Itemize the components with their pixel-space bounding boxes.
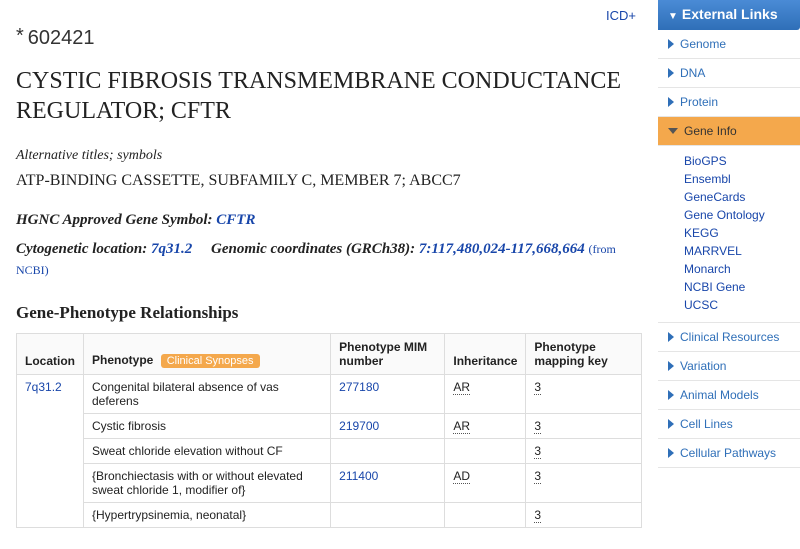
hgnc-line: HGNC Approved Gene Symbol: CFTR	[16, 212, 642, 229]
sidebar-item-label: Genome	[680, 37, 726, 51]
mim-link[interactable]: 211400	[339, 469, 378, 483]
cyto-link[interactable]: 7q31.2	[151, 241, 192, 257]
mapping-key-value[interactable]: 3	[534, 380, 541, 395]
table-row: Cystic fibrosis 219700 AR 3	[17, 414, 642, 439]
sidebar-sublist: BioGPSEnsemblGeneCardsGene OntologyKEGGM…	[658, 146, 800, 323]
inheritance-cell	[445, 439, 526, 464]
col-phenotype: Phenotype Clinical Synopses	[84, 334, 331, 375]
table-header-row: Location Phenotype Clinical Synopses Phe…	[17, 334, 642, 375]
hgnc-symbol-link[interactable]: CFTR	[216, 212, 255, 228]
sidebar-item-variation[interactable]: Variation	[658, 352, 800, 381]
top-link-row: ICD+	[16, 8, 642, 25]
mapping-key-value[interactable]: 3	[534, 469, 541, 484]
table-row: {Bronchiectasis with or without elevated…	[17, 464, 642, 503]
mim-link[interactable]: 277180	[339, 380, 379, 394]
sidebar-header-label: External Links	[682, 6, 778, 22]
alt-titles-body: ATP-BINDING CASSETTE, SUBFAMILY C, MEMBE…	[16, 172, 642, 190]
sidebar-item-protein[interactable]: Protein	[658, 88, 800, 117]
sidebar-item-genome[interactable]: Genome	[658, 30, 800, 59]
mim-number: *602421	[16, 27, 642, 50]
genomic-link[interactable]: 7:117,480,024-117,668,664	[419, 241, 585, 257]
mim-cell	[331, 503, 445, 528]
clinical-synopses-badge[interactable]: Clinical Synopses	[161, 354, 260, 368]
sidebar-item-label: Clinical Resources	[680, 330, 779, 344]
chevron-right-icon	[668, 332, 674, 342]
sidebar-item-cell-lines[interactable]: Cell Lines	[658, 410, 800, 439]
chevron-right-icon	[668, 39, 674, 49]
chevron-right-icon	[668, 68, 674, 78]
main-content: ICD+ *602421 CYSTIC FIBROSIS TRANSMEMBRA…	[0, 0, 658, 549]
sidebar-item-dna[interactable]: DNA	[658, 59, 800, 88]
sidebar-item-label: DNA	[680, 66, 705, 80]
sidebar-sublink-ensembl[interactable]: Ensembl	[684, 170, 800, 188]
sidebar-sublink-marrvel[interactable]: MARRVEL	[684, 242, 800, 260]
mapping-key-value[interactable]: 3	[534, 444, 541, 459]
hgnc-label: HGNC Approved Gene Symbol:	[16, 212, 213, 228]
mim-cell	[331, 439, 445, 464]
chevron-right-icon	[668, 419, 674, 429]
sidebar: ▼ External Links Genome DNA Protein Gene Inf…	[658, 0, 800, 549]
chevron-right-icon	[668, 390, 674, 400]
inheritance-value[interactable]: AR	[453, 419, 470, 434]
phenotype-cell: Congenital bilateral absence of vas defe…	[84, 375, 331, 414]
col-mim: Phenotype MIM number	[331, 334, 445, 375]
chevron-right-icon	[668, 448, 674, 458]
sidebar-item-label: Gene Info	[684, 124, 737, 138]
section-heading: Gene-Phenotype Relationships	[16, 303, 642, 323]
sidebar-item-label: Cellular Pathways	[680, 446, 776, 460]
phenotype-cell: {Bronchiectasis with or without elevated…	[84, 464, 331, 503]
table-row: 7q31.2 Congenital bilateral absence of v…	[17, 375, 642, 414]
inheritance-cell	[445, 503, 526, 528]
phenotype-cell: Sweat chloride elevation without CF	[84, 439, 331, 464]
col-location: Location	[17, 334, 84, 375]
cyto-label: Cytogenetic location:	[16, 241, 147, 257]
col-phenotype-label: Phenotype	[92, 353, 153, 367]
mapping-key-value[interactable]: 3	[534, 419, 541, 434]
sidebar-item-cellular-pathways[interactable]: Cellular Pathways	[658, 439, 800, 468]
phenotype-table: Location Phenotype Clinical Synopses Phe…	[16, 333, 642, 528]
location-line: Cytogenetic location: 7q31.2 Genomic coo…	[16, 239, 642, 281]
sidebar-item-label: Variation	[680, 359, 726, 373]
chevron-right-icon	[668, 361, 674, 371]
sidebar-sublink-kegg[interactable]: KEGG	[684, 224, 800, 242]
col-mapping-key: Phenotype mapping key	[526, 334, 642, 375]
alt-titles-heading: Alternative titles; symbols	[16, 148, 642, 164]
inheritance-value[interactable]: AR	[453, 380, 470, 395]
sidebar-sublink-biogps[interactable]: BioGPS	[684, 152, 800, 170]
sidebar-item-animal-models[interactable]: Animal Models	[658, 381, 800, 410]
icd-link[interactable]: ICD+	[606, 8, 636, 23]
phenotype-cell: Cystic fibrosis	[84, 414, 331, 439]
page-title: CYSTIC FIBROSIS TRANSMEMBRANE CONDUCTANC…	[16, 66, 642, 126]
sidebar-item-label: Cell Lines	[680, 417, 733, 431]
sidebar-sublink-monarch[interactable]: Monarch	[684, 260, 800, 278]
chevron-down-icon: ▼	[668, 11, 678, 22]
sidebar-header[interactable]: ▼ External Links	[658, 0, 800, 30]
inheritance-value[interactable]: AD	[453, 469, 470, 484]
sidebar-sublink-genecards[interactable]: GeneCards	[684, 188, 800, 206]
chevron-down-icon	[668, 128, 678, 134]
phenotype-cell: {Hypertrypsinemia, neonatal}	[84, 503, 331, 528]
col-inheritance: Inheritance	[445, 334, 526, 375]
sidebar-sublink-ncbi-gene[interactable]: NCBI Gene	[684, 278, 800, 296]
sidebar-sublink-ucsc[interactable]: UCSC	[684, 296, 800, 314]
table-row: {Hypertrypsinemia, neonatal} 3	[17, 503, 642, 528]
mim-link[interactable]: 219700	[339, 419, 379, 433]
sidebar-item-label: Protein	[680, 95, 718, 109]
mapping-key-value[interactable]: 3	[534, 508, 541, 523]
mim-prefix: *	[16, 25, 24, 47]
sidebar-item-gene-info[interactable]: Gene Info	[658, 117, 800, 146]
genomic-label: Genomic coordinates (GRCh38):	[211, 241, 415, 257]
chevron-right-icon	[668, 97, 674, 107]
sidebar-item-clinical-resources[interactable]: Clinical Resources	[658, 323, 800, 352]
mim-number-value: 602421	[28, 27, 95, 49]
location-link[interactable]: 7q31.2	[25, 380, 62, 394]
sidebar-sublink-gene-ontology[interactable]: Gene Ontology	[684, 206, 800, 224]
table-row: Sweat chloride elevation without CF 3	[17, 439, 642, 464]
sidebar-item-label: Animal Models	[680, 388, 759, 402]
